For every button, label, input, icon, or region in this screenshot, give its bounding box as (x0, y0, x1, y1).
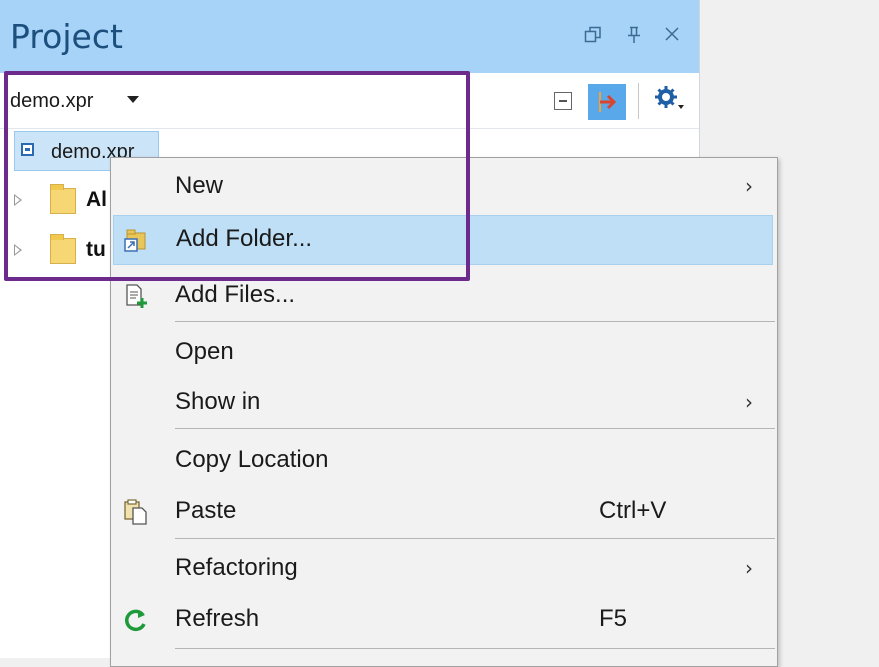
context-menu: New › Add Folder... Add Files... Open Sh… (110, 157, 778, 667)
menu-item-add-files[interactable]: Add Files... (111, 271, 777, 321)
restore-icon[interactable] (584, 26, 602, 48)
menu-item-add-folder[interactable]: Add Folder... (113, 215, 773, 265)
chevron-down-icon[interactable] (127, 96, 139, 103)
menu-item-paste[interactable]: Paste Ctrl+V (111, 487, 777, 537)
menu-item-label: Refresh (175, 605, 260, 632)
tree-item[interactable]: Al (14, 181, 124, 221)
gear-icon[interactable] (654, 85, 684, 115)
menu-separator (175, 428, 775, 429)
menu-item-new[interactable]: New › (111, 162, 777, 212)
submenu-arrow-icon: › (745, 556, 753, 580)
panel-header: Project (0, 0, 699, 73)
expand-arrow-icon[interactable] (14, 244, 22, 256)
pin-icon[interactable] (626, 26, 642, 48)
menu-item-label: Add Folder... (176, 225, 313, 252)
project-icon (21, 143, 34, 156)
tree-item-label: tu (86, 238, 106, 261)
link-with-editor-icon[interactable] (588, 84, 626, 120)
menu-item-label: Paste (175, 497, 237, 524)
expand-arrow-icon[interactable] (14, 194, 22, 206)
menu-item-label: Refactoring (175, 554, 298, 581)
add-folder-icon (124, 227, 150, 253)
project-selector[interactable]: demo.xpr (10, 90, 93, 113)
close-icon[interactable] (664, 26, 680, 46)
tree-item[interactable]: tu (14, 231, 124, 271)
paste-icon (123, 499, 149, 525)
panel-toolbar: demo.xpr (0, 73, 699, 129)
menu-item-show-in[interactable]: Show in › (111, 378, 777, 428)
menu-item-label: Open (175, 338, 234, 365)
folder-icon (50, 184, 76, 214)
add-files-icon (123, 283, 149, 309)
menu-item-copy-location[interactable]: Copy Location (111, 436, 777, 486)
menu-item-label: Add Files... (175, 281, 296, 308)
menu-separator (175, 321, 775, 322)
toolbar-separator (638, 83, 639, 119)
menu-item-refactoring[interactable]: Refactoring › (111, 544, 777, 594)
menu-shortcut: Ctrl+V (599, 497, 667, 524)
menu-item-refresh[interactable]: Refresh F5 (111, 595, 777, 645)
panel-title: Project (10, 17, 123, 56)
menu-separator (175, 648, 775, 649)
refresh-icon (123, 607, 149, 633)
menu-item-label: Copy Location (175, 446, 329, 473)
tree-item-label: Al (86, 188, 107, 211)
menu-separator (175, 538, 775, 539)
folder-icon (50, 234, 76, 264)
submenu-arrow-icon: › (745, 174, 753, 198)
menu-item-label: Show in (175, 388, 261, 415)
menu-shortcut: F5 (599, 605, 628, 632)
collapse-all-icon[interactable] (554, 92, 572, 110)
menu-item-label: New (175, 172, 224, 199)
menu-item-open[interactable]: Open (111, 328, 777, 378)
submenu-arrow-icon: › (745, 390, 753, 414)
